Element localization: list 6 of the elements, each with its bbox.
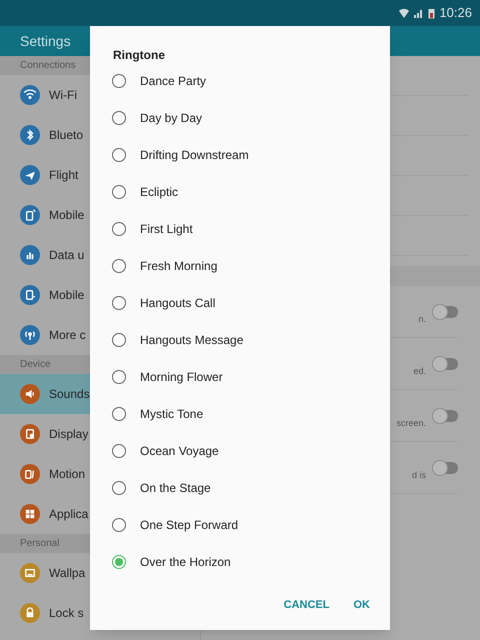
setting-description: d is — [412, 468, 426, 482]
setting-description: screen. — [396, 416, 426, 430]
clock: 10:26 — [439, 4, 472, 22]
setting-description: n. — [418, 312, 426, 326]
setting-description: ed. — [413, 364, 426, 378]
app-title: Settings — [20, 32, 71, 51]
